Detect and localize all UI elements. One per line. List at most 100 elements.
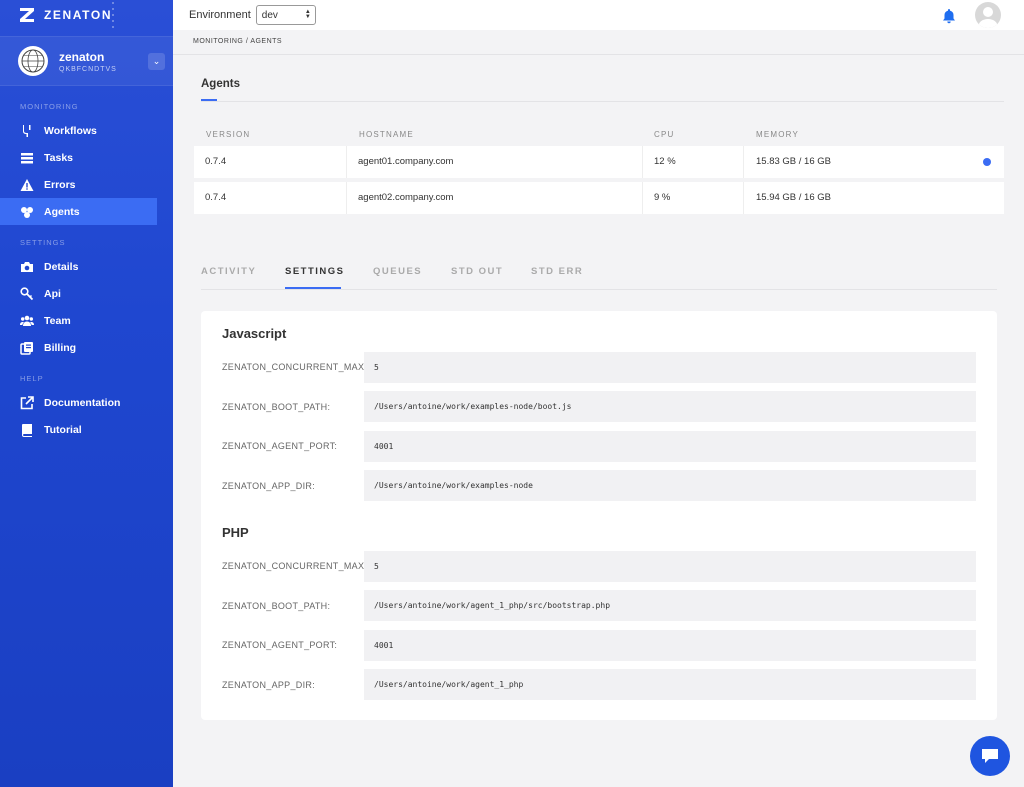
cell-cpu: 12 % [654, 156, 676, 167]
cell-version: 0.7.4 [205, 156, 227, 167]
cell-version: 0.7.4 [205, 192, 227, 203]
zenaton-logo-icon[interactable] [18, 6, 36, 24]
column-header-hostname: HOSTNAME [359, 130, 414, 139]
table-row[interactable]: 0.7.4 agent01.company.com 12 % 15.83 GB … [194, 146, 1004, 178]
sidebar-item-workflows[interactable]: Workflows [0, 117, 157, 144]
cell-memory: 15.83 GB / 16 GB [756, 156, 831, 167]
tab-settings[interactable]: SETTINGS [285, 266, 345, 277]
sidebar-item-label: Documentation [44, 396, 121, 409]
account-switcher[interactable]: zenaton QKBFCNDTVS ⌄ [0, 36, 173, 86]
column-header-memory: MEMORY [756, 130, 800, 139]
sidebar-item-label: Errors [44, 178, 76, 191]
sidebar-item-team[interactable]: Team [0, 307, 157, 334]
environment-select[interactable]: dev ▲ ▼ [255, 5, 316, 25]
chevron-down-icon[interactable]: ⌄ [148, 53, 165, 70]
setting-key: ZENATON_APP_DIR: [222, 680, 315, 690]
sidebar-item-label: Tutorial [44, 423, 82, 436]
column-header-cpu: CPU [654, 130, 675, 139]
cell-cpu: 9 % [654, 192, 671, 203]
key-icon [20, 286, 34, 300]
divider [201, 289, 997, 290]
sidebar-item-documentation[interactable]: Documentation [0, 389, 157, 416]
sidebar-item-billing[interactable]: Billing [0, 334, 157, 361]
account-name: zenaton [59, 49, 105, 64]
setting-value: 5 [364, 551, 976, 582]
agents-icon [21, 206, 33, 218]
setting-key: ZENATON_CONCURRENT_MAX: [222, 362, 368, 372]
globe-icon [21, 49, 45, 73]
nav-section-monitoring: MONITORING [20, 102, 79, 111]
setting-value: 4001 [364, 630, 976, 661]
camera-icon [21, 261, 33, 272]
setting-key: ZENATON_APP_DIR: [222, 481, 315, 491]
billing-icon [20, 341, 33, 355]
environment-label: Environment [189, 9, 251, 21]
bell-icon[interactable] [942, 8, 956, 24]
setting-value: /Users/antoine/work/examples-node/boot.j… [364, 391, 976, 422]
sidebar-item-agents[interactable]: Agents [0, 198, 157, 225]
sidebar-item-label: Agents [44, 205, 80, 218]
column-separator [346, 146, 347, 178]
chat-bubble-icon [982, 749, 998, 763]
select-arrows-icon: ▲ ▼ [304, 9, 311, 20]
setting-value: 4001 [364, 431, 976, 462]
setting-key: ZENATON_BOOT_PATH: [222, 402, 331, 412]
sidebar-item-label: Billing [44, 341, 77, 354]
divider [201, 101, 1004, 102]
column-separator [642, 146, 643, 178]
team-icon [20, 315, 34, 326]
tasks-icon [21, 152, 33, 163]
sidebar-item-label: Details [44, 260, 79, 273]
divider [173, 54, 1024, 55]
sidebar-item-label: Api [44, 287, 61, 300]
tab-activity[interactable]: ACTIVITY [201, 266, 256, 277]
sidebar-item-label: Workflows [44, 124, 97, 137]
setting-key: ZENATON_BOOT_PATH: [222, 601, 331, 611]
selected-indicator [983, 158, 991, 166]
column-separator [642, 182, 643, 214]
sidebar: ZENATON zenaton QKBFCNDTVS ⌄ MONITORING … [0, 0, 173, 787]
group-title-php: PHP [222, 525, 249, 540]
setting-value: /Users/antoine/work/examples-node [364, 470, 976, 501]
sidebar-item-api[interactable]: Api [0, 280, 157, 307]
top-bar: Environment dev ▲ ▼ [173, 0, 1024, 30]
sidebar-item-details[interactable]: Details [0, 253, 157, 280]
account-avatar [18, 46, 48, 76]
user-icon [978, 7, 998, 28]
external-link-icon [20, 395, 34, 409]
warning-icon [20, 178, 34, 191]
cell-hostname: agent01.company.com [358, 156, 454, 167]
sidebar-item-label: Team [44, 314, 71, 327]
sidebar-item-tasks[interactable]: Tasks [0, 144, 157, 171]
environment-value: dev [261, 9, 278, 21]
sidebar-item-errors[interactable]: Errors [0, 171, 157, 198]
cell-memory: 15.94 GB / 16 GB [756, 192, 831, 203]
tab-queues[interactable]: QUEUES [373, 266, 422, 277]
tab-std-out[interactable]: STD OUT [451, 266, 503, 277]
logo-bar: ZENATON [0, 0, 173, 30]
sidebar-item-label: Tasks [44, 151, 73, 164]
page-title: Agents [201, 78, 240, 90]
tab-std-err[interactable]: STD ERR [531, 266, 583, 277]
breadcrumb: MONITORING / AGENTS [193, 38, 283, 45]
setting-key: ZENATON_AGENT_PORT: [222, 640, 338, 650]
setting-value: /Users/antoine/work/agent_1_php [364, 669, 976, 700]
setting-key: ZENATON_CONCURRENT_MAX: [222, 561, 368, 571]
column-header-version: VERSION [206, 130, 251, 139]
column-separator [743, 182, 744, 214]
account-id: QKBFCNDTVS [59, 65, 117, 73]
settings-card: Javascript ZENATON_CONCURRENT_MAX: 5 ZEN… [201, 311, 997, 720]
chat-button[interactable] [970, 736, 1010, 776]
column-separator [743, 146, 744, 178]
setting-value: 5 [364, 352, 976, 383]
setting-value: /Users/antoine/work/agent_1_php/src/boot… [364, 590, 976, 621]
table-row[interactable]: 0.7.4 agent02.company.com 9 % 15.94 GB /… [194, 182, 1004, 214]
sidebar-item-tutorial[interactable]: Tutorial [0, 416, 157, 443]
brand-name: ZENATON [44, 8, 113, 22]
group-title-javascript: Javascript [222, 326, 287, 341]
cell-hostname: agent02.company.com [358, 192, 454, 203]
setting-key: ZENATON_AGENT_PORT: [222, 441, 338, 451]
book-icon [22, 423, 32, 437]
user-avatar[interactable] [975, 2, 1001, 28]
column-separator [346, 182, 347, 214]
